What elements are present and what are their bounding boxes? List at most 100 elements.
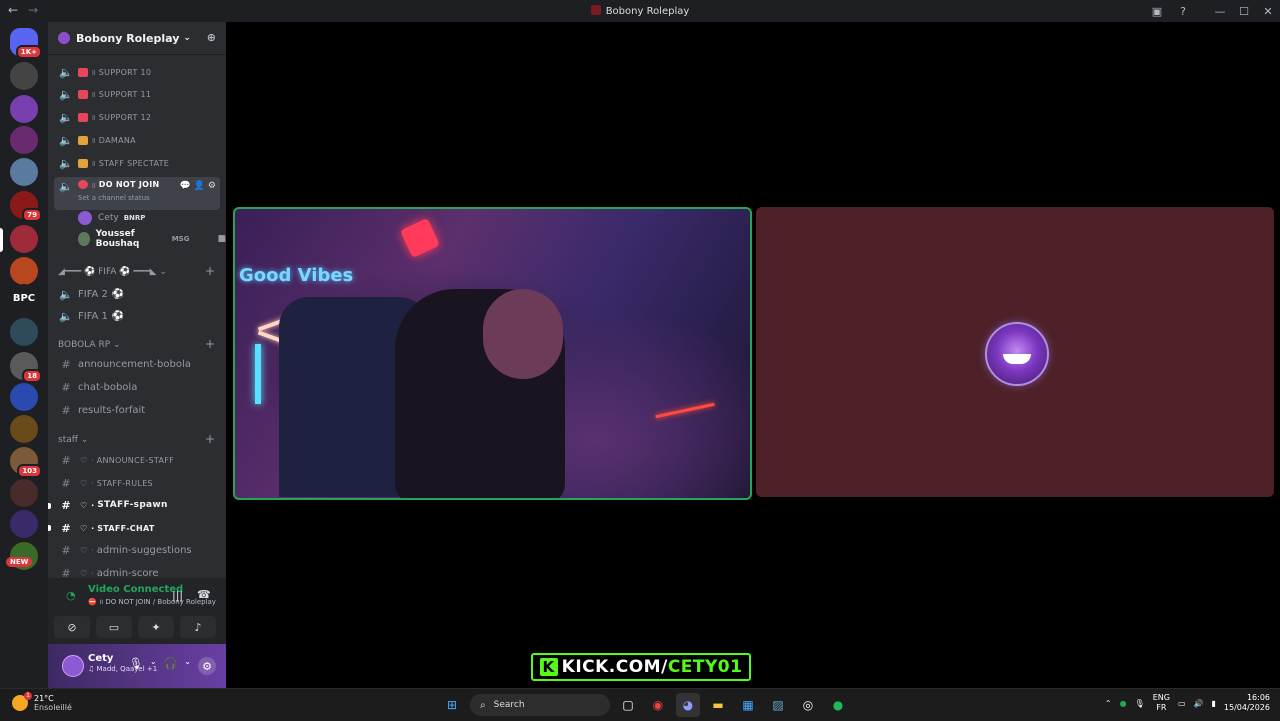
server-icon[interactable]: 18 xyxy=(10,352,42,383)
server-icon[interactable] xyxy=(10,510,38,538)
text-channel-staff-chat[interactable]: # ♡ · STAFF-CHAT xyxy=(54,518,220,538)
server-icon[interactable] xyxy=(10,318,38,346)
hash-icon: # xyxy=(61,521,71,535)
sun-icon: 1 xyxy=(12,692,32,711)
voice-user-cety[interactable]: Cety BNRP xyxy=(78,209,145,227)
server-icon[interactable] xyxy=(10,126,38,154)
category-fifa[interactable]: ◢━━━ ⚽ FIFA ⚽ ━━━◣ ⌄ xyxy=(58,267,167,277)
weather-widget[interactable]: 1 21°C Ensoleillé xyxy=(12,692,72,712)
voice-channel-do-not-join[interactable]: 🔈 ॥ DO NOT JOIN Set a channel status 💬 👤 ⚙ xyxy=(54,177,220,210)
battery-icon[interactable]: ▮ xyxy=(1211,699,1215,708)
server-icon[interactable]: BPC xyxy=(10,284,38,312)
server-icon[interactable] xyxy=(10,95,38,123)
gear-icon[interactable]: ⚙ xyxy=(198,657,216,675)
volume-icon[interactable]: 🔊 xyxy=(1194,699,1204,708)
text-channel-staff-spawn[interactable]: # ♡ · STAFF-spawn xyxy=(54,495,220,515)
speaker-icon: 🔈 xyxy=(59,156,73,170)
neon-sign: Good Vibes xyxy=(239,265,354,286)
spotify-icon[interactable]: ● xyxy=(826,693,850,717)
search-icon: ⌕ xyxy=(480,699,486,711)
voice-channel-fifa-1[interactable]: 🔈 FIFA 1 ⚽ xyxy=(54,306,220,326)
server-icon[interactable] xyxy=(10,158,38,186)
server-icon[interactable] xyxy=(10,479,38,507)
chevron-down-icon[interactable]: ⌄ xyxy=(150,657,157,675)
add-channel-icon[interactable]: + xyxy=(205,337,215,351)
voice-channel-fifa-2[interactable]: 🔈 FIFA 2 ⚽ xyxy=(54,284,220,304)
voice-channel-staff-spectate[interactable]: 🔈 ॥ STAFF SPECTATE xyxy=(54,153,220,173)
signal-icon[interactable]: ◔ xyxy=(66,589,76,602)
gift-emoji-icon xyxy=(78,158,88,168)
inbox-icon[interactable]: ▣ xyxy=(1146,0,1168,22)
chat-icon[interactable]: 💬 xyxy=(179,181,190,191)
no-entry-emoji-icon xyxy=(78,180,88,189)
microphone-icon[interactable]: 🎙 xyxy=(1135,699,1145,708)
activities-icon[interactable]: ✦ xyxy=(138,616,174,638)
disconnect-icon[interactable]: ☎ xyxy=(197,588,211,601)
language-indicator[interactable]: ENG FR xyxy=(1153,693,1170,713)
voice-channel-support-12[interactable]: 🔈 ॥ SUPPORT 12 xyxy=(54,107,220,127)
text-channel-announce-staff[interactable]: # ♡ · ANNOUNCE-STAFF xyxy=(54,450,220,470)
app-icon[interactable]: ▦ xyxy=(736,693,760,717)
text-channel-results-forfait[interactable]: # results-forfait xyxy=(54,400,220,420)
noise-suppression-icon[interactable]: ||| xyxy=(172,589,183,602)
headphones-icon[interactable]: 🎧 xyxy=(164,657,178,675)
video-tile-avatar[interactable] xyxy=(756,207,1274,497)
category-staff[interactable]: staff ⌄ xyxy=(58,435,88,445)
shield-icon: ♡ xyxy=(80,500,88,510)
speaker-icon: 🔈 xyxy=(59,309,73,323)
server-icon[interactable] xyxy=(10,225,38,253)
minimize-icon[interactable]: — xyxy=(1208,0,1232,22)
server-icon[interactable]: 103 xyxy=(10,447,42,478)
task-view-icon[interactable]: ▢ xyxy=(616,693,640,717)
server-icon[interactable] xyxy=(10,62,38,90)
chrome-icon[interactable]: ◉ xyxy=(646,693,670,717)
guild-header[interactable]: Bobony Roleplay ⌄ ⊕ xyxy=(48,22,226,55)
category-bobola-rp[interactable]: BOBOLA RP ⌄ xyxy=(58,340,121,350)
server-icon[interactable] xyxy=(10,415,38,443)
add-channel-icon[interactable]: + xyxy=(205,264,215,278)
server-icon[interactable]: 1K+ xyxy=(10,28,42,59)
maximize-icon[interactable]: ☐ xyxy=(1232,0,1256,22)
gear-icon[interactable]: ⚙ xyxy=(208,181,216,191)
voice-user-youssef[interactable]: Youssef Boushaq MSG ■ xyxy=(78,229,226,249)
channel-status[interactable]: Set a channel status xyxy=(78,194,150,202)
add-user-icon[interactable]: ⊕ xyxy=(207,31,216,44)
text-channel-chat-bobola[interactable]: # chat-bobola xyxy=(54,377,220,397)
voice-channel-support-10[interactable]: 🔈 ॥ SUPPORT 10 xyxy=(54,62,220,82)
taskbar-search[interactable]: ⌕ Search xyxy=(470,694,610,716)
clock[interactable]: 16:06 15/04/2026 xyxy=(1224,693,1270,713)
help-icon[interactable]: ? xyxy=(1172,0,1194,22)
avatar[interactable] xyxy=(62,655,84,677)
photos-icon[interactable]: ▨ xyxy=(766,693,790,717)
windows-start-icon[interactable]: ⊞ xyxy=(440,693,464,717)
invite-icon[interactable]: 👤 xyxy=(194,181,205,191)
text-channel-announcement-bobola[interactable]: # announcement-bobola xyxy=(54,354,220,374)
video-tile-camera[interactable]: Good Vibes xyxy=(233,207,752,500)
new-badge[interactable]: NEW xyxy=(6,557,33,567)
kick-overlay: K KICK.COM/CETY01 xyxy=(531,653,751,681)
server-icon[interactable] xyxy=(10,257,38,285)
file-explorer-icon[interactable]: ▬ xyxy=(706,693,730,717)
text-channel-staff-rules[interactable]: # ♡ · STAFF-RULES xyxy=(54,473,220,493)
screen-share-icon[interactable]: ▭ xyxy=(96,616,132,638)
server-icon[interactable]: 79 xyxy=(10,191,42,222)
voice-channel-damana[interactable]: 🔈 ॥ DAMANA xyxy=(54,130,220,150)
discord-icon[interactable]: ◕ xyxy=(676,693,700,717)
chevron-down-icon[interactable]: ⌄ xyxy=(184,657,191,675)
hash-icon: # xyxy=(61,403,71,417)
user-name[interactable]: Cety xyxy=(88,653,113,664)
chevron-up-icon[interactable]: ⌃ xyxy=(1105,699,1112,708)
server-icon[interactable] xyxy=(10,383,38,411)
soundboard-icon[interactable]: ♪ xyxy=(180,616,216,638)
shield-icon: ♡ xyxy=(80,523,88,533)
close-icon[interactable]: ✕ xyxy=(1256,0,1280,22)
add-channel-icon[interactable]: + xyxy=(205,432,215,446)
obs-icon[interactable]: ◎ xyxy=(796,693,820,717)
tray-icon[interactable]: ● xyxy=(1120,699,1127,708)
network-icon[interactable]: ▭ xyxy=(1178,699,1186,708)
voice-channel-support-11[interactable]: 🔈 ॥ SUPPORT 11 xyxy=(54,84,220,104)
camera-off-icon[interactable]: ⊘ xyxy=(54,616,90,638)
text-channel-admin-suggestions[interactable]: # ♡ · admin-suggestions xyxy=(54,540,220,560)
hash-icon: # xyxy=(61,357,71,371)
microphone-icon[interactable]: 🎙 xyxy=(129,657,143,675)
